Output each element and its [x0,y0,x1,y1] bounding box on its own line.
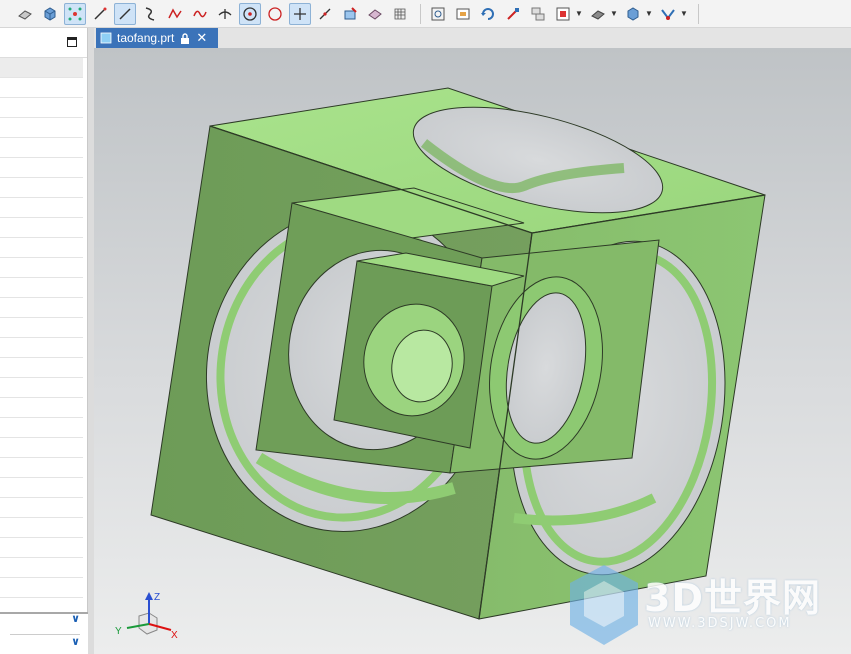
tangent-line-icon[interactable] [314,3,336,25]
list-item[interactable] [0,498,83,518]
graphics-viewport[interactable]: Z X Y 3D世界网 WWW.3DSJW.COM [94,48,851,654]
snap-icon[interactable] [657,3,679,25]
zoom-window-icon[interactable] [452,3,474,25]
list-item[interactable] [0,98,83,118]
watermark-url: WWW.3DSJW.COM [648,616,792,631]
cross-icon[interactable] [289,2,311,25]
point-curve-icon[interactable] [164,3,186,25]
list-item[interactable] [0,218,83,238]
panel-footer: ∨ ∨ [0,612,88,654]
triad-z-label: Z [154,592,160,603]
list-item[interactable] [0,338,83,358]
list-item[interactable] [0,278,83,298]
fit-view-icon[interactable] [427,3,449,25]
layer-icon[interactable] [527,3,549,25]
list-item[interactable] [0,58,83,78]
chevron-down-icon[interactable]: ▼ [645,9,653,18]
part-file-icon [100,32,112,44]
pan-icon[interactable] [502,3,524,25]
list-item[interactable] [0,378,83,398]
chevron-down-icon[interactable]: ▼ [575,9,583,18]
circle-icon[interactable] [264,3,286,25]
list-item[interactable] [0,398,83,418]
orient-icon[interactable] [552,3,574,25]
rotate-icon[interactable] [477,3,499,25]
list-item[interactable] [0,258,83,278]
list-item[interactable] [0,198,83,218]
line-alt-icon[interactable] [114,2,136,25]
watermark-logo-icon [570,565,638,645]
list-item[interactable] [0,438,83,458]
close-icon[interactable]: ✕ [196,30,207,46]
triad-y-label: Y [115,626,122,637]
curve-icon[interactable] [139,3,161,25]
shade-icon[interactable] [364,3,386,25]
tab-taofang[interactable]: taofang.prt ✕ [96,28,218,48]
tab-label: taofang.prt [117,31,175,45]
cube-icon[interactable] [39,3,61,25]
list-item[interactable] [0,178,83,198]
line-icon[interactable] [89,3,111,25]
list-item[interactable] [0,538,83,558]
axis-triad: Z X Y [115,592,178,641]
document-tabbar: taofang.prt ✕ [94,28,851,48]
part-navigator-panel: ∨ ∨ [0,28,88,654]
list-item[interactable] [0,318,83,338]
panel-header [0,28,87,58]
triad-x-label: X [171,630,178,641]
toolbar-separator [698,3,699,24]
chevron-down-icon[interactable]: ▼ [680,9,688,18]
list-item[interactable] [0,518,83,538]
snap-point-icon[interactable] [64,2,86,25]
list-item[interactable] [0,478,83,498]
view-cube-icon[interactable] [622,3,644,25]
list-item[interactable] [0,78,83,98]
list-item[interactable] [0,358,83,378]
toolbar-separator [420,3,421,24]
watermark: 3D世界网 WWW.3DSJW.COM [566,561,846,651]
navigator-list [0,58,87,618]
lock-icon [181,32,190,44]
spline-icon[interactable] [189,3,211,25]
list-item[interactable] [0,578,83,598]
list-item[interactable] [0,458,83,478]
list-item[interactable] [0,558,83,578]
grid-icon[interactable] [389,3,411,25]
list-item[interactable] [0,298,83,318]
chevron-down-icon[interactable]: ∨ [71,612,80,625]
main-toolbar: ▼ ▼ ▼ ▼ [0,0,851,28]
list-item[interactable] [0,118,83,138]
maximize-icon[interactable] [67,37,77,47]
chevron-down-icon[interactable]: ∨ [10,634,80,648]
circle-center-icon[interactable] [239,2,261,25]
list-item[interactable] [0,158,83,178]
list-item[interactable] [0,138,83,158]
list-item[interactable] [0,238,83,258]
list-item[interactable] [0,418,83,438]
chevron-down-icon[interactable]: ▼ [610,9,618,18]
render-style-icon[interactable] [587,3,609,25]
intersect-icon[interactable] [214,3,236,25]
shape-icon[interactable] [14,3,36,25]
watermark-title: 3D世界网 [644,576,821,620]
sketch-icon[interactable] [339,3,361,25]
